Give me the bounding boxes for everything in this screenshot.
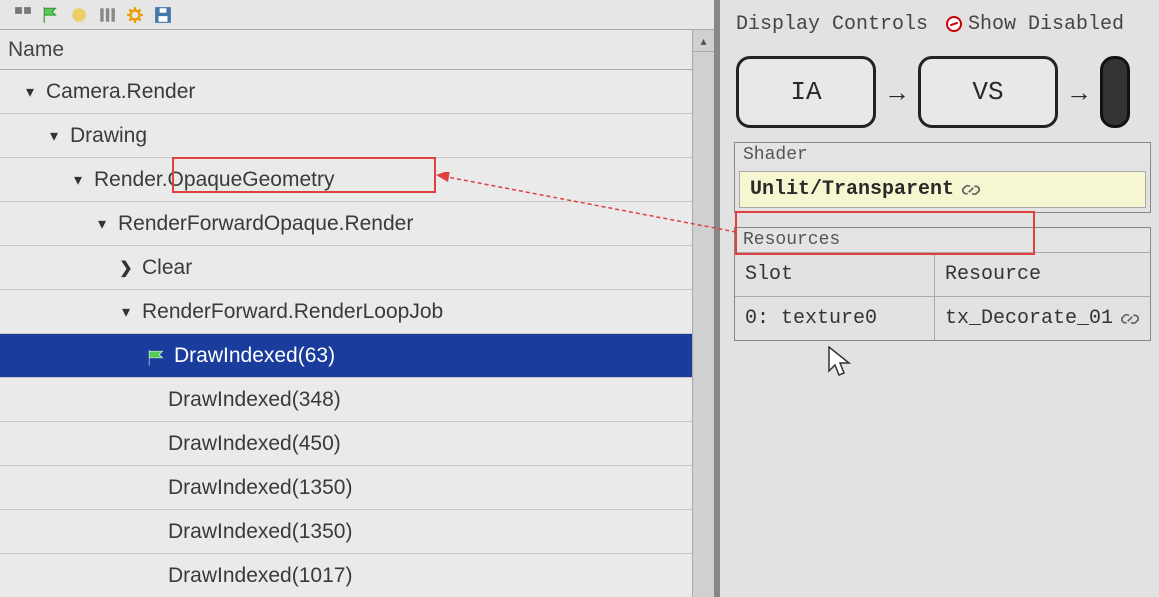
event-tree-panel: Name ▾ Camera.Render ▾ Drawing ▾ Render.… bbox=[0, 0, 720, 597]
chevron-down-icon[interactable]: ▾ bbox=[68, 170, 88, 190]
gear-icon[interactable] bbox=[126, 6, 144, 24]
tree-item[interactable]: ❯ Clear bbox=[0, 246, 714, 290]
col-resource[interactable]: Resource bbox=[935, 253, 1150, 296]
stage-vs[interactable]: VS bbox=[918, 56, 1058, 128]
chevron-right-icon[interactable]: ❯ bbox=[116, 258, 136, 278]
vertical-scrollbar[interactable]: ▴ bbox=[692, 30, 714, 597]
tree-item[interactable]: ▾ RenderForwardOpaque.Render bbox=[0, 202, 714, 246]
column-header-name[interactable]: Name bbox=[0, 30, 714, 70]
tree-label: DrawIndexed(1350) bbox=[168, 520, 352, 544]
tree-label: Render.OpaqueGeometry bbox=[94, 168, 334, 192]
tree-item[interactable]: DrawIndexed(1350) bbox=[0, 466, 714, 510]
disabled-icon bbox=[946, 16, 962, 32]
tab-display-controls[interactable]: Display Controls bbox=[736, 13, 928, 36]
tree-item[interactable]: ▾ Camera.Render bbox=[0, 70, 714, 114]
tree-item[interactable]: DrawIndexed(1017) bbox=[0, 554, 714, 597]
event-tree: ▾ Camera.Render ▾ Drawing ▾ Render.Opaqu… bbox=[0, 70, 714, 597]
table-header: Slot Resource bbox=[735, 252, 1150, 296]
link-icon[interactable] bbox=[1121, 310, 1139, 328]
tree-label: RenderForwardOpaque.Render bbox=[118, 212, 413, 236]
save-icon[interactable] bbox=[154, 6, 172, 24]
table-row[interactable]: 0: texture0 tx_Decorate_01 bbox=[735, 296, 1150, 340]
tree-label: DrawIndexed(1350) bbox=[168, 476, 352, 500]
display-tabs: Display Controls Show Disabled bbox=[726, 6, 1159, 42]
tree-item[interactable]: ▾ RenderForward.RenderLoopJob bbox=[0, 290, 714, 334]
flag-icon bbox=[148, 348, 166, 364]
chevron-down-icon[interactable]: ▾ bbox=[92, 214, 112, 234]
tree-label: Clear bbox=[142, 256, 192, 280]
tree-item[interactable]: DrawIndexed(450) bbox=[0, 422, 714, 466]
cell-resource: tx_Decorate_01 bbox=[935, 297, 1150, 340]
tree-label: Camera.Render bbox=[46, 80, 195, 104]
shader-name[interactable]: Unlit/Transparent bbox=[739, 171, 1146, 208]
cell-slot: 0: texture0 bbox=[735, 297, 935, 340]
chevron-down-icon[interactable]: ▾ bbox=[44, 126, 64, 146]
link-icon[interactable] bbox=[962, 181, 980, 199]
tree-label: Drawing bbox=[70, 124, 147, 148]
col-slot[interactable]: Slot bbox=[735, 253, 935, 296]
tree-label: DrawIndexed(348) bbox=[168, 388, 341, 412]
toolbar-icon[interactable] bbox=[98, 6, 116, 24]
tree-item[interactable]: ▾ Render.OpaqueGeometry bbox=[0, 158, 714, 202]
tree-item[interactable]: DrawIndexed(348) bbox=[0, 378, 714, 422]
tree-label: DrawIndexed(63) bbox=[174, 344, 335, 368]
chevron-down-icon[interactable]: ▾ bbox=[20, 82, 40, 102]
shader-group: Shader Unlit/Transparent bbox=[734, 142, 1151, 213]
tree-item-selected[interactable]: DrawIndexed(63) bbox=[0, 334, 714, 378]
pipeline-state-panel: Display Controls Show Disabled IA → VS →… bbox=[720, 0, 1159, 597]
tree-label: DrawIndexed(450) bbox=[168, 432, 341, 456]
arrow-right-icon: → bbox=[1066, 77, 1092, 108]
header-label: Name bbox=[8, 38, 64, 62]
group-title: Shader bbox=[735, 143, 1150, 167]
tree-label: DrawIndexed(1017) bbox=[168, 564, 352, 588]
arrow-right-icon: → bbox=[884, 77, 910, 108]
scroll-up-icon[interactable]: ▴ bbox=[693, 30, 714, 52]
tree-item[interactable]: ▾ Drawing bbox=[0, 114, 714, 158]
stage-next[interactable] bbox=[1100, 56, 1130, 128]
group-title: Resources bbox=[735, 228, 1150, 252]
tab-show-disabled[interactable]: Show Disabled bbox=[946, 13, 1124, 36]
stage-ia[interactable]: IA bbox=[736, 56, 876, 128]
tree-item[interactable]: DrawIndexed(1350) bbox=[0, 510, 714, 554]
chevron-down-icon[interactable]: ▾ bbox=[116, 302, 136, 322]
toolbar-icon[interactable] bbox=[70, 6, 88, 24]
resources-table: Slot Resource 0: texture0 tx_Decorate_01 bbox=[735, 252, 1150, 340]
pipeline-stages: IA → VS → bbox=[726, 56, 1159, 128]
resources-group: Resources Slot Resource 0: texture0 tx_D… bbox=[734, 227, 1151, 341]
toolbar bbox=[0, 0, 714, 30]
tree-label: RenderForward.RenderLoopJob bbox=[142, 300, 443, 324]
flag-icon[interactable] bbox=[42, 6, 60, 24]
toolbar-icon[interactable] bbox=[14, 6, 32, 24]
